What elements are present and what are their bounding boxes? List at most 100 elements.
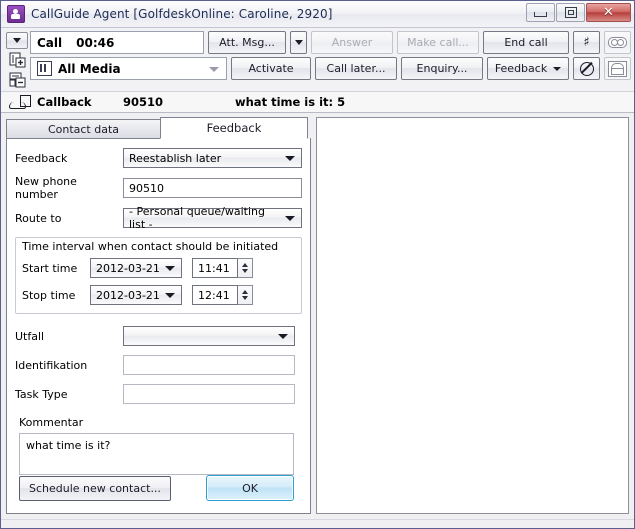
tab-strip: Contact data Feedback xyxy=(6,117,311,139)
row-route-to: Route to - Personal queue/waiting list - xyxy=(15,208,302,228)
row-identifikation: Identifikation xyxy=(15,355,302,375)
comment-label: Kommentar xyxy=(19,416,302,429)
rail-dropdown-button[interactable] xyxy=(6,32,28,49)
close-icon: ✕ xyxy=(603,6,614,19)
enquiry-button[interactable]: Enquiry... xyxy=(401,57,483,80)
app-icon xyxy=(7,5,25,23)
remove-contact-button[interactable] xyxy=(6,71,28,89)
toolbar: Call 00:46 Att. Msg... Answer Make call.… xyxy=(1,28,634,92)
media-icon xyxy=(37,61,52,76)
toolbar-row-call: Call 00:46 Att. Msg... Answer Make call.… xyxy=(30,31,631,54)
chevron-down-icon xyxy=(295,40,303,45)
end-call-button[interactable]: End call xyxy=(483,31,569,54)
chevron-down-icon xyxy=(13,38,21,43)
time-interval-group: Time interval when contact should be ini… xyxy=(15,237,302,314)
hold-music-button[interactable]: ♯ xyxy=(573,31,600,54)
stepper-down-icon xyxy=(242,296,248,300)
stop-time-input[interactable]: 12:41 xyxy=(192,285,238,305)
feedback-select-value: Reestablish later xyxy=(129,152,221,165)
application-window: CallGuide Agent [GolfdeskOnline: Carolin… xyxy=(0,0,635,529)
status-bar xyxy=(1,519,634,528)
ok-button[interactable]: OK xyxy=(206,475,294,501)
route-to-select-value: - Personal queue/waiting list - xyxy=(129,205,281,231)
remove-contact-icon xyxy=(9,72,26,88)
toolbar-row-media: All Media Activate Call later... Enquiry… xyxy=(30,57,631,80)
stop-time-label: Stop time xyxy=(22,289,90,302)
phone-mail-icon xyxy=(608,61,627,77)
title-bar: CallGuide Agent [GolfdeskOnline: Carolin… xyxy=(1,1,634,28)
media-selector[interactable]: All Media xyxy=(30,57,227,80)
row-task-type: Task Type xyxy=(15,384,302,404)
start-date-value: 2012-03-21 xyxy=(96,262,160,275)
chevron-down-icon xyxy=(553,67,561,71)
callback-subject: what time is it: 5 xyxy=(235,95,345,109)
row-utfall: Utfall xyxy=(15,326,302,346)
left-pane: Contact data Feedback Feedback Reestabli… xyxy=(6,117,311,514)
time-interval-title: Time interval when contact should be ini… xyxy=(22,240,295,253)
stop-date-select[interactable]: 2012-03-21 xyxy=(90,285,182,305)
music-note-icon: ♯ xyxy=(583,36,589,49)
main-body: Contact data Feedback Feedback Reestabli… xyxy=(1,113,634,519)
panel-actions: Schedule new contact... OK xyxy=(15,475,302,505)
minimize-button[interactable] xyxy=(526,3,555,22)
call-timer: 00:46 xyxy=(76,36,114,50)
phone-mail-button[interactable] xyxy=(604,57,631,80)
callback-info-bar: Callback 90510 what time is it: 5 xyxy=(1,92,634,113)
answer-button[interactable]: Answer xyxy=(311,31,393,54)
callback-number: 90510 xyxy=(123,95,235,109)
voicemail-button[interactable] xyxy=(604,31,631,54)
start-date-select[interactable]: 2012-03-21 xyxy=(90,258,182,278)
row-start-time: Start time 2012-03-21 11:41 xyxy=(22,258,295,278)
schedule-new-contact-button[interactable]: Schedule new contact... xyxy=(19,476,171,501)
start-time-stepper[interactable] xyxy=(238,258,253,278)
chevron-down-icon xyxy=(285,216,295,221)
restore-icon xyxy=(565,7,577,18)
utfall-select[interactable] xyxy=(123,326,295,346)
window-controls: ✕ xyxy=(526,3,631,22)
feedback-label: Feedback xyxy=(15,152,123,165)
tab-contact-data[interactable]: Contact data xyxy=(6,119,161,139)
stepper-up-icon xyxy=(242,290,248,294)
stop-time-spinner: 12:41 xyxy=(192,285,253,305)
stop-time-stepper[interactable] xyxy=(238,285,253,305)
activate-button[interactable]: Activate xyxy=(231,57,311,80)
callback-phone-icon xyxy=(9,95,31,110)
call-label: Call xyxy=(37,36,62,50)
add-contact-icon xyxy=(9,52,26,68)
close-button[interactable]: ✕ xyxy=(586,3,631,22)
tab-feedback[interactable]: Feedback xyxy=(160,117,308,139)
start-time-label: Start time xyxy=(22,262,90,275)
add-contact-button[interactable] xyxy=(6,51,28,69)
voicemail-icon xyxy=(608,37,627,48)
task-type-input[interactable] xyxy=(123,384,295,404)
minimize-icon xyxy=(534,12,547,17)
chevron-down-icon xyxy=(165,266,175,271)
new-phone-number-input[interactable]: 90510 xyxy=(123,178,302,198)
stop-date-value: 2012-03-21 xyxy=(96,289,160,302)
feedback-select[interactable]: Reestablish later xyxy=(123,148,302,168)
att-msg-button[interactable]: Att. Msg... xyxy=(208,31,286,54)
mute-button[interactable] xyxy=(573,57,600,80)
feedback-button-label: Feedback xyxy=(495,62,547,75)
chevron-down-icon xyxy=(209,67,219,72)
call-later-button[interactable]: Call later... xyxy=(315,57,397,80)
maximize-button[interactable] xyxy=(556,3,585,22)
call-status-field: Call 00:46 xyxy=(30,31,204,54)
route-to-select[interactable]: - Personal queue/waiting list - xyxy=(123,208,302,228)
stepper-down-icon xyxy=(242,269,248,273)
identifikation-input[interactable] xyxy=(123,355,295,375)
utfall-label: Utfall xyxy=(15,330,123,343)
make-call-button[interactable]: Make call... xyxy=(397,31,479,54)
start-time-input[interactable]: 11:41 xyxy=(192,258,238,278)
identifikation-label: Identifikation xyxy=(15,359,123,372)
row-stop-time: Stop time 2012-03-21 12:41 xyxy=(22,285,295,305)
toolbar-left-rail xyxy=(4,31,30,89)
chevron-down-icon xyxy=(285,156,295,161)
row-feedback: Feedback Reestablish later xyxy=(15,148,302,168)
stepper-up-icon xyxy=(242,263,248,267)
comment-textarea[interactable]: what time is it? xyxy=(19,433,294,475)
window-title: CallGuide Agent [GolfdeskOnline: Carolin… xyxy=(31,7,332,21)
feedback-dropdown-button[interactable]: Feedback xyxy=(487,57,569,80)
att-msg-dropdown-button[interactable] xyxy=(290,31,307,54)
chevron-down-icon xyxy=(278,334,288,339)
